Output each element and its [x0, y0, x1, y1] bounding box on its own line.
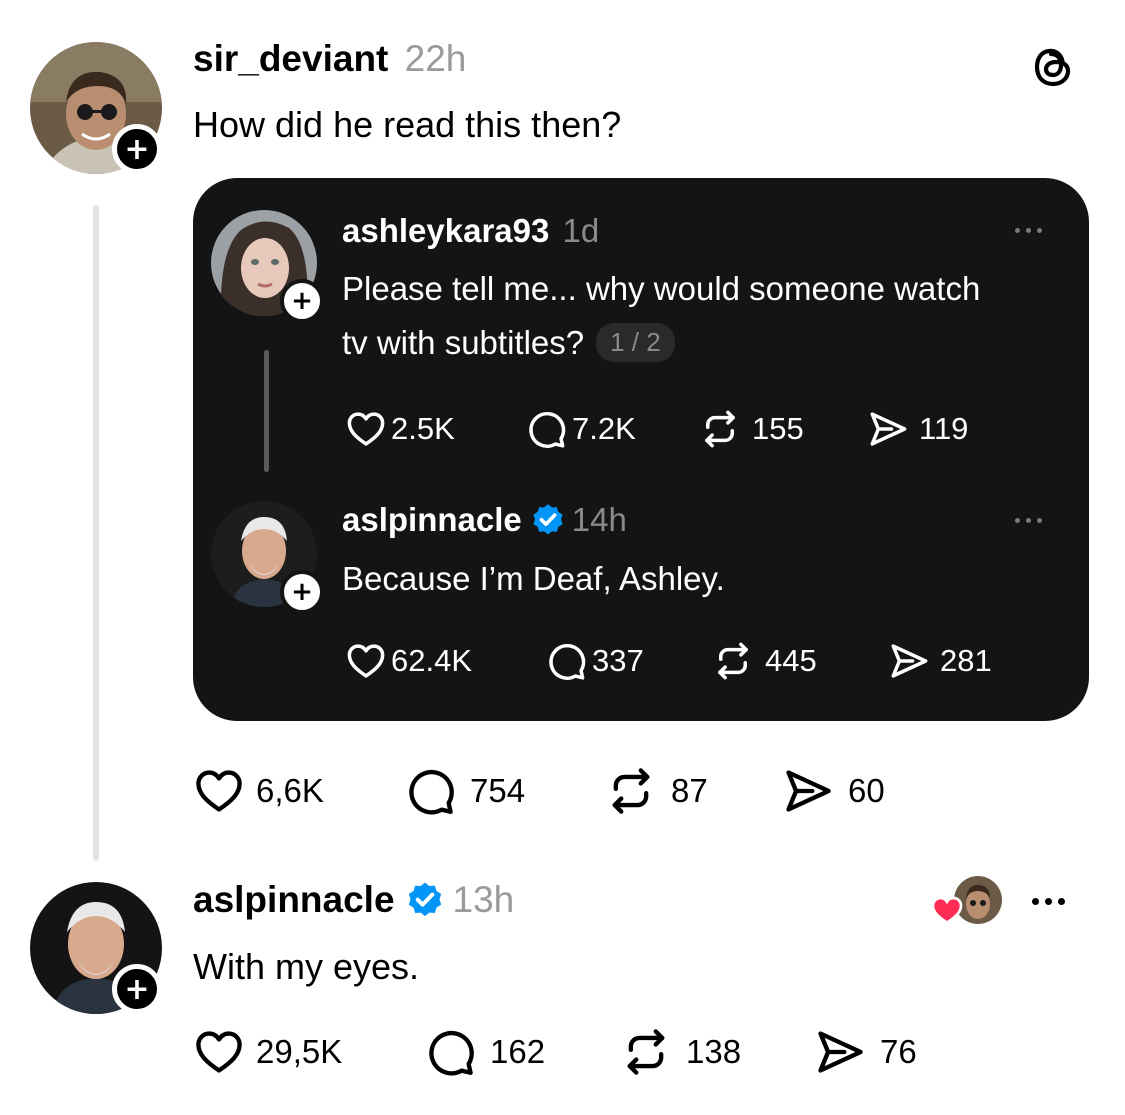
heart-icon — [190, 765, 248, 817]
quote1-share-action[interactable]: 119 — [865, 408, 968, 450]
quote2-header: aslpinnacle 14h — [342, 501, 627, 539]
post-like-action[interactable]: 6,6K — [190, 765, 324, 817]
share-count: 119 — [919, 411, 969, 446]
quote1-text-line2: tv with subtitles? — [342, 323, 585, 361]
quoted-screenshot-card[interactable]: + ashleykara93 1d Please tell me... why … — [193, 178, 1089, 721]
repost-count: 445 — [765, 643, 817, 678]
quote1-time: 1d — [562, 212, 600, 249]
post-time: 22h — [404, 38, 467, 79]
share-count: 60 — [848, 772, 885, 809]
plus-icon: + — [124, 971, 150, 1007]
quote1-text-line2-row: tv with subtitles? 1 / 2 — [342, 323, 675, 362]
share-icon — [886, 640, 932, 682]
reply-text: With my eyes. — [193, 946, 420, 987]
reply-like-action[interactable]: 29,5K — [190, 1026, 342, 1078]
quote2-text: Because I’m Deaf, Ashley. — [342, 560, 725, 597]
author-liked-indicator[interactable] — [930, 876, 1002, 928]
comment-icon — [422, 1026, 478, 1078]
share-count: 76 — [880, 1033, 917, 1070]
like-count: 62.4K — [391, 643, 473, 678]
share-count: 281 — [940, 643, 992, 678]
quote2-share-action[interactable]: 281 — [886, 640, 992, 682]
reply-repost-action[interactable]: 138 — [618, 1026, 741, 1078]
share-icon — [780, 765, 836, 817]
post-header: sir_deviant 22h — [193, 38, 466, 80]
repost-icon — [603, 765, 659, 817]
quote2-repost-action[interactable]: 445 — [709, 640, 817, 682]
quote1-reply-action[interactable]: 7.2K — [524, 408, 636, 450]
card-thread-line — [264, 350, 269, 472]
quote2-like-action[interactable]: 62.4K — [343, 640, 472, 682]
reply-count: 754 — [470, 772, 526, 809]
plus-icon: + — [124, 131, 150, 167]
heart-icon — [343, 640, 389, 682]
share-icon — [865, 408, 911, 450]
post-username[interactable]: sir_deviant — [193, 38, 388, 79]
reply-count: 337 — [592, 643, 644, 678]
share-icon — [812, 1026, 868, 1078]
verified-icon — [530, 502, 566, 538]
heart-icon — [190, 1026, 248, 1078]
quote2-time: 14h — [571, 501, 627, 538]
follow-plus-button[interactable]: + — [112, 124, 162, 174]
reply-header: aslpinnacle 13h — [193, 879, 514, 921]
plus-icon: + — [291, 577, 313, 607]
repost-count: 155 — [752, 411, 804, 446]
like-count: 6,6K — [256, 772, 324, 809]
more-icon[interactable] — [1032, 898, 1065, 905]
quote1-header: ashleykara93 1d — [342, 212, 599, 250]
post-reply-action[interactable]: 754 — [402, 765, 525, 817]
reply-count: 162 — [490, 1033, 546, 1070]
quote1-username[interactable]: ashleykara93 — [342, 212, 549, 249]
like-count: 29,5K — [256, 1033, 343, 1070]
quote2-reply-action[interactable]: 337 — [544, 640, 644, 682]
heart-icon — [931, 896, 963, 925]
comment-icon — [544, 640, 588, 682]
verified-icon — [405, 880, 445, 920]
reply-count: 7.2K — [572, 411, 636, 446]
follow-plus-button[interactable]: + — [280, 570, 324, 614]
quote1-repost-action[interactable]: 155 — [696, 408, 804, 450]
post-share-action[interactable]: 60 — [780, 765, 885, 817]
repost-icon — [709, 640, 757, 682]
repost-count: 138 — [686, 1033, 742, 1070]
plus-icon: + — [291, 286, 313, 316]
heart-icon — [343, 408, 389, 450]
thread-badge[interactable]: 1 / 2 — [596, 323, 675, 362]
post-repost-action[interactable]: 87 — [603, 765, 708, 817]
quote2-username[interactable]: aslpinnacle — [342, 501, 522, 539]
follow-plus-button[interactable]: + — [280, 279, 324, 323]
reply-username[interactable]: aslpinnacle — [193, 879, 395, 921]
post-text: How did he read this then? — [193, 104, 622, 145]
reply-time: 13h — [452, 879, 515, 920]
quote1-text-line1: Please tell me... why would someone watc… — [342, 270, 981, 307]
repost-count: 87 — [671, 772, 708, 809]
thread-line — [93, 205, 99, 861]
repost-icon — [618, 1026, 674, 1078]
more-icon[interactable] — [1015, 518, 1042, 523]
like-count: 2.5K — [391, 411, 455, 446]
more-icon[interactable] — [1015, 228, 1042, 233]
threads-logo-icon[interactable] — [1027, 40, 1079, 92]
comment-icon — [402, 765, 458, 817]
comment-icon — [524, 408, 568, 450]
repost-icon — [696, 408, 744, 450]
reply-share-action[interactable]: 76 — [812, 1026, 917, 1078]
reply-reply-action[interactable]: 162 — [422, 1026, 545, 1078]
quote1-like-action[interactable]: 2.5K — [343, 408, 455, 450]
follow-plus-button[interactable]: + — [112, 964, 162, 1014]
